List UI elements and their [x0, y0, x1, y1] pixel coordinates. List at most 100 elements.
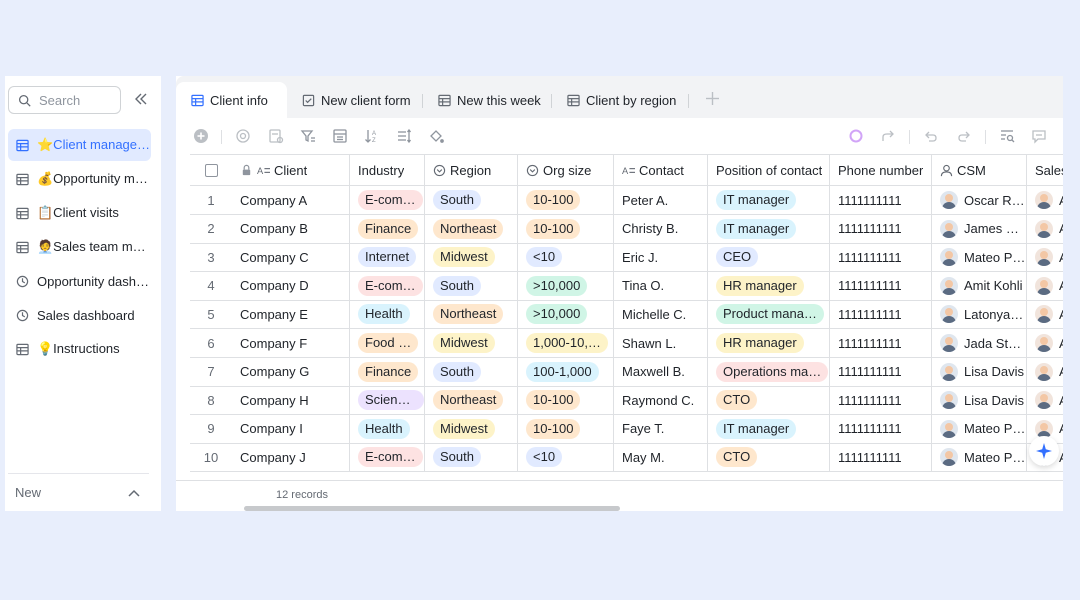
cell-phone[interactable]: 1111111111 [830, 414, 932, 443]
column-header-region[interactable]: Region [425, 155, 518, 185]
cell-contact[interactable]: Faye T. [614, 414, 708, 443]
cell-csm[interactable]: Amit Kohli [932, 271, 1027, 300]
cell-region[interactable]: Northeast [425, 386, 518, 415]
horizontal-scrollbar[interactable] [244, 506, 620, 511]
cell-client[interactable]: Company C [232, 243, 350, 272]
cell-client[interactable]: Company G [232, 357, 350, 386]
cell-size[interactable]: 1,000-10,… [518, 329, 614, 357]
cell-position[interactable]: IT manager [708, 186, 830, 214]
find-icon[interactable] [999, 128, 1015, 144]
column-header-client[interactable]: A Client [232, 155, 350, 185]
cell-position[interactable]: IT manager [708, 414, 830, 443]
cell-sales[interactable]: A [1027, 329, 1063, 357]
cell-sales[interactable]: A [1027, 186, 1063, 214]
cell-size[interactable]: 100-1,000 [518, 357, 614, 386]
cell-client[interactable]: Company J [232, 443, 350, 472]
cell-size[interactable]: <10 [518, 243, 614, 272]
row-height-icon[interactable] [396, 128, 412, 144]
cell-contact[interactable]: Shawn L. [614, 329, 708, 357]
cell-csm[interactable]: Mateo Pe… [932, 414, 1027, 443]
collapse-sidebar-icon[interactable] [134, 92, 148, 106]
select-all-checkbox[interactable] [204, 163, 218, 177]
cell-phone[interactable]: 1111111111 [830, 214, 932, 243]
cell-phone[interactable]: 1111111111 [830, 357, 932, 386]
cell-industry[interactable]: Health [350, 414, 425, 443]
cell-phone[interactable]: 1111111111 [830, 243, 932, 272]
cell-phone[interactable]: 1111111111 [830, 271, 932, 300]
sidebar-item-1[interactable]: 💰Opportunity m… [8, 163, 151, 195]
cell-phone[interactable]: 1111111111 [830, 443, 932, 472]
table-row[interactable]: 5 Company E Health Northeast >10,000 Michelle… [190, 300, 1063, 330]
cell-phone[interactable]: 1111111111 [830, 300, 932, 329]
cell-industry[interactable]: Health [350, 300, 425, 329]
cell-size[interactable]: >10,000 [518, 300, 614, 329]
cell-contact[interactable]: Michelle C. [614, 300, 708, 329]
cell-sales[interactable]: A [1027, 300, 1063, 328]
cell-csm[interactable]: James M… [932, 214, 1027, 243]
cell-position[interactable]: CTO [708, 386, 830, 415]
table-row[interactable]: 10 Company J E-com… South <10 May M. CTO 111111… [190, 443, 1063, 473]
tab-client-by-region[interactable]: Client by region [567, 82, 676, 118]
select-all-checkbox-cell[interactable] [190, 155, 232, 185]
cell-contact[interactable]: May M. [614, 443, 708, 472]
cell-size[interactable]: 10-100 [518, 186, 614, 214]
cell-client[interactable]: Company A [232, 186, 350, 214]
column-header-csm[interactable]: CSM [932, 155, 1027, 185]
cell-phone[interactable]: 1111111111 [830, 329, 932, 357]
chevron-up-icon[interactable] [127, 487, 141, 499]
cell-position[interactable]: CTO [708, 443, 830, 472]
cell-contact[interactable]: Tina O. [614, 271, 708, 300]
table-row[interactable]: 2 Company B Finance Northeast 10-100 Christy … [190, 214, 1063, 244]
cell-region[interactable]: South [425, 443, 518, 472]
cell-region[interactable]: Midwest [425, 243, 518, 272]
column-header-position-of-contact[interactable]: Position of contact [708, 155, 830, 185]
cell-phone[interactable]: 1111111111 [830, 386, 932, 415]
tab-new-this-week[interactable]: New this week [438, 82, 541, 118]
tab-new-client-form[interactable]: New client form [302, 82, 411, 118]
share-icon[interactable] [880, 128, 896, 144]
comment-icon[interactable] [1031, 128, 1047, 144]
sidebar-item-4[interactable]: Opportunity dashb… [8, 265, 151, 297]
undo-icon[interactable] [923, 128, 939, 144]
table-row[interactable]: 8 Company H Scienc… Northeast 10-100 Raymond … [190, 386, 1063, 416]
cell-client[interactable]: Company D [232, 271, 350, 300]
cell-industry[interactable]: E-com… [350, 271, 425, 300]
cell-sales[interactable]: A [1027, 272, 1063, 300]
cell-region[interactable]: Northeast [425, 214, 518, 243]
filter-icon[interactable] [300, 128, 316, 144]
column-header-contact[interactable]: A Contact [614, 155, 708, 185]
cell-position[interactable]: IT manager [708, 214, 830, 243]
cell-industry[interactable]: Scienc… [350, 386, 425, 415]
cell-region[interactable]: South [425, 357, 518, 386]
cell-contact[interactable]: Raymond C. [614, 386, 708, 415]
cell-size[interactable]: >10,000 [518, 271, 614, 300]
cell-industry[interactable]: Finance [350, 357, 425, 386]
redo-icon[interactable] [956, 128, 972, 144]
cell-size[interactable]: <10 [518, 443, 614, 472]
sidebar-item-0[interactable]: ⭐Client manage… [8, 129, 151, 161]
fill-color-icon[interactable] [428, 128, 444, 144]
cell-client[interactable]: Company E [232, 300, 350, 329]
cell-contact[interactable]: Maxwell B. [614, 357, 708, 386]
cell-client[interactable]: Company H [232, 386, 350, 415]
cell-client[interactable]: Company B [232, 214, 350, 243]
cell-contact[interactable]: Peter A. [614, 186, 708, 214]
cell-csm[interactable]: Latonya … [932, 300, 1027, 329]
cell-client[interactable]: Company I [232, 414, 350, 443]
cell-csm[interactable]: Mateo Pe… [932, 443, 1027, 472]
cell-industry[interactable]: Internet [350, 243, 425, 272]
cell-industry[interactable]: E-com… [350, 443, 425, 472]
cell-position[interactable]: CEO [708, 243, 830, 272]
tab-client-info[interactable]: Client info [176, 82, 287, 118]
sidebar-item-6[interactable]: 💡Instructions [8, 333, 151, 365]
table-row[interactable]: 1 Company A E-com… South 10-100 Peter A. IT ma… [190, 186, 1063, 215]
ai-sparkle-button[interactable] [1029, 436, 1059, 466]
add-view-icon[interactable] [705, 91, 720, 106]
cell-csm[interactable]: Mateo Pe… [932, 243, 1027, 272]
cell-region[interactable]: Northeast [425, 300, 518, 329]
table-row[interactable]: 9 Company I Health Midwest 10-100 Faye T. IT m… [190, 414, 1063, 444]
cell-size[interactable]: 10-100 [518, 386, 614, 415]
cell-industry[interactable]: E-com… [350, 186, 425, 214]
sort-icon[interactable]: AZ [364, 128, 380, 144]
cell-contact[interactable]: Eric J. [614, 243, 708, 272]
